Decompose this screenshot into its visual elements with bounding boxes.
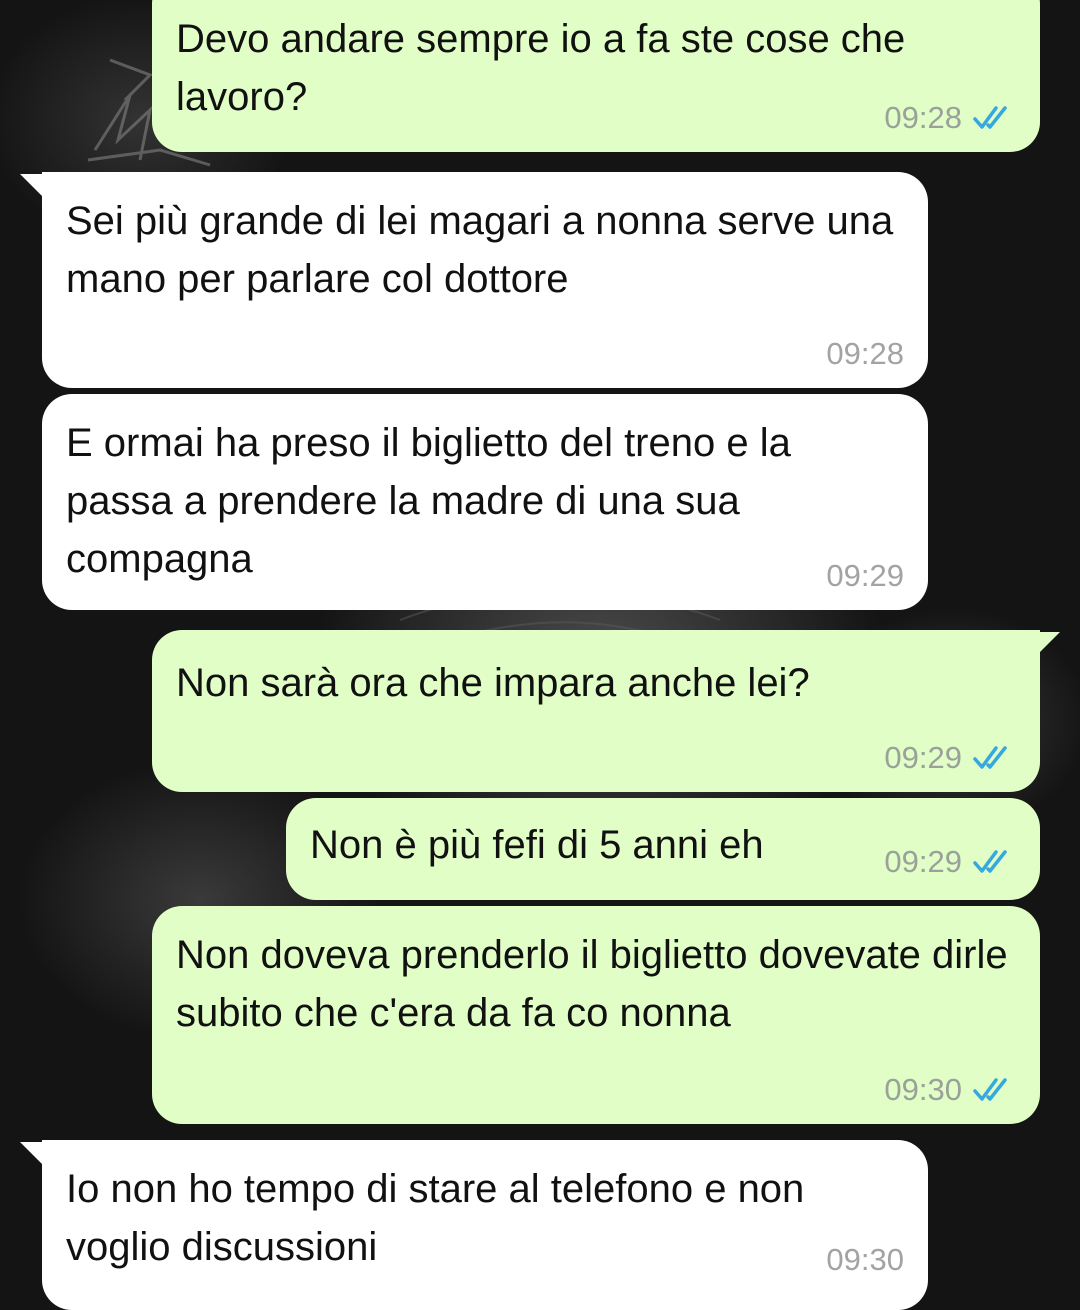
message-bubble-outgoing[interactable]: Non sarà ora che impara anche lei? 09:29 bbox=[152, 630, 1040, 792]
message-text: E ormai ha preso il biglietto del treno … bbox=[66, 421, 791, 581]
message-time: 09:30 bbox=[884, 1072, 962, 1107]
message-bubble-outgoing[interactable]: Non è più fefi di 5 anni eh 09:29 bbox=[286, 798, 1040, 900]
message-bubble-outgoing[interactable]: Devo andare sempre io a fa ste cose che … bbox=[152, 0, 1040, 152]
message-bubble-outgoing[interactable]: Non doveva prenderlo il biglietto doveva… bbox=[152, 906, 1040, 1124]
message-meta: 09:28 bbox=[884, 98, 1016, 138]
double-check-icon bbox=[973, 850, 1007, 873]
message-time: 09:28 bbox=[826, 336, 904, 371]
message-time: 09:28 bbox=[884, 100, 962, 135]
message-text: Io non ho tempo di stare al telefono e n… bbox=[66, 1167, 805, 1269]
message-text: Sei più grande di lei magari a nonna ser… bbox=[66, 199, 894, 301]
message-time: 09:29 bbox=[826, 558, 904, 593]
message-meta: 09:29 bbox=[884, 738, 1016, 778]
message-bubble-incoming[interactable]: Sei più grande di lei magari a nonna ser… bbox=[42, 172, 928, 388]
message-meta: 09:30 bbox=[826, 1240, 904, 1280]
message-bubble-incoming[interactable]: Io non ho tempo di stare al telefono e n… bbox=[42, 1140, 928, 1310]
message-time: 09:29 bbox=[884, 740, 962, 775]
message-meta: 09:29 bbox=[884, 842, 1016, 882]
message-meta: 09:28 bbox=[826, 334, 904, 374]
message-time: 09:29 bbox=[884, 844, 962, 879]
message-meta: 09:30 bbox=[884, 1070, 1016, 1110]
double-check-icon bbox=[973, 106, 1007, 129]
message-meta: 09:29 bbox=[826, 556, 904, 596]
double-check-icon bbox=[973, 1078, 1007, 1101]
message-time: 09:30 bbox=[826, 1242, 904, 1277]
message-bubble-incoming[interactable]: E ormai ha preso il biglietto del treno … bbox=[42, 394, 928, 610]
message-text: Non doveva prenderlo il biglietto doveva… bbox=[176, 933, 1008, 1035]
message-text: Non sarà ora che impara anche lei? bbox=[176, 661, 810, 705]
double-check-icon bbox=[973, 746, 1007, 769]
